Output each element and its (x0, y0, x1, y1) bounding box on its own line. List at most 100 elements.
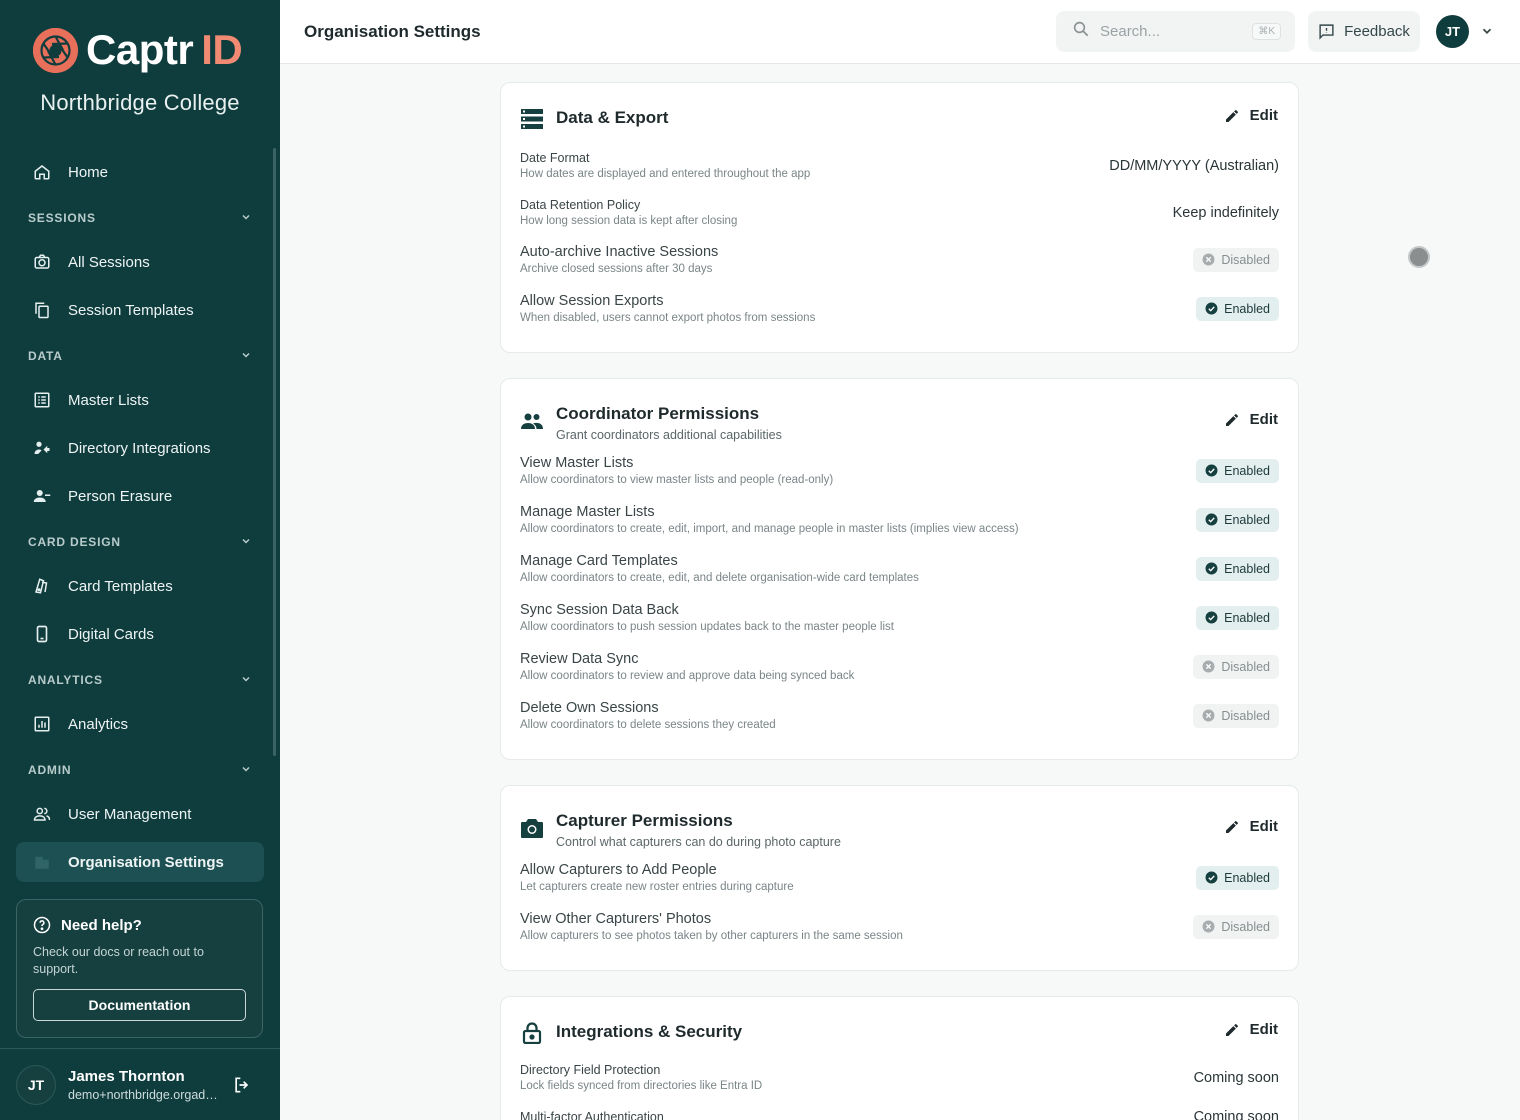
card-subtitle: Control what capturers can do during pho… (556, 835, 841, 849)
group-icon (520, 409, 544, 433)
section-sessions[interactable]: SESSIONS (16, 206, 264, 230)
logo[interactable]: Captr ID (0, 0, 280, 74)
swatches-icon (32, 576, 52, 596)
storage-icon (520, 107, 544, 131)
feedback-label: Feedback (1344, 23, 1410, 40)
header-avatar[interactable]: JT (1436, 15, 1469, 48)
status-badge: Disabled (1193, 914, 1279, 939)
help-text: Check our docs or reach out to support. (33, 945, 204, 976)
setting-row: Multi-factor Authentication Coming soon (520, 1109, 1279, 1120)
pencil-icon (1224, 108, 1240, 124)
check-circle-icon (1205, 302, 1218, 315)
status-badge: Enabled (1196, 605, 1279, 630)
card-title: Data & Export (556, 108, 669, 127)
setting-label: Manage Master Lists (520, 504, 655, 520)
pencil-icon (1224, 819, 1240, 835)
setting-row: Allow Capturers to Add People Let capture… (520, 862, 1279, 893)
aperture-logo-icon (33, 27, 78, 73)
sidebar-item-label: Session Templates (68, 301, 194, 319)
section-label: ADMIN (28, 763, 72, 777)
x-circle-icon (1202, 920, 1215, 933)
logout-icon[interactable] (232, 1075, 252, 1100)
camera-icon (32, 252, 52, 272)
sidebar-item-card-templates[interactable]: Card Templates (16, 566, 264, 606)
sidebar-item-master-lists[interactable]: Master Lists (16, 380, 264, 420)
setting-row: Delete Own Sessions Allow coordinators to… (520, 700, 1279, 731)
status-badge: Disabled (1193, 247, 1279, 272)
check-circle-icon (1205, 611, 1218, 624)
setting-label: Data Retention Policy (520, 198, 641, 212)
sidebar-scrollbar[interactable] (273, 148, 276, 756)
data-export-card: Data & Export Edit Date Format How dates … (500, 82, 1299, 353)
check-circle-icon (1205, 562, 1218, 575)
sidebar-item-directory-integrations[interactable]: Directory Integrations (16, 428, 264, 468)
sidebar-item-label: Digital Cards (68, 625, 154, 643)
sidebar-item-session-templates[interactable]: Session Templates (16, 290, 264, 330)
search-box[interactable]: ⌘K (1056, 11, 1295, 52)
sidebar-item-user-management[interactable]: User Management (16, 794, 264, 834)
chevron-down-icon (240, 535, 252, 550)
logo-name-part1: Captr (86, 26, 194, 73)
sidebar-item-organisation-settings[interactable]: Organisation Settings (16, 842, 264, 882)
help-box: Need help? Check our docs or reach out t… (16, 899, 263, 1038)
status-badge: Enabled (1196, 556, 1279, 581)
search-icon (1072, 20, 1090, 43)
feedback-icon (1318, 23, 1335, 40)
section-admin[interactable]: ADMIN (16, 758, 264, 782)
setting-label: View Other Capturers' Photos (520, 911, 712, 927)
setting-description: Let capturers create new roster entries … (520, 881, 794, 893)
setting-description: Allow coordinators to review and approve… (520, 670, 855, 682)
chevron-down-icon[interactable] (1480, 24, 1494, 43)
building-icon (32, 852, 52, 872)
pencil-icon (1224, 1022, 1240, 1038)
setting-label: Delete Own Sessions (520, 700, 659, 716)
sidebar-item-home[interactable]: Home (16, 152, 264, 192)
sidebar: Captr ID Northbridge College Home SESSION… (0, 0, 280, 1120)
sidebar-item-analytics[interactable]: Analytics (16, 704, 264, 744)
sidebar-item-label: All Sessions (68, 253, 150, 271)
section-card-design[interactable]: CARD DESIGN (16, 530, 264, 554)
documentation-button[interactable]: Documentation (33, 989, 246, 1021)
setting-label: Auto-archive Inactive Sessions (520, 244, 719, 260)
setting-description: Lock fields synced from directories like… (520, 1080, 763, 1092)
x-circle-icon (1202, 660, 1215, 673)
setting-value: Coming soon (1193, 1109, 1279, 1120)
section-label: ANALYTICS (28, 673, 103, 687)
avatar[interactable]: JT (16, 1064, 56, 1105)
setting-value: Keep indefinitely (1172, 204, 1279, 221)
sidebar-item-digital-cards[interactable]: Digital Cards (16, 614, 264, 654)
copy-icon (32, 300, 52, 320)
x-circle-icon (1202, 253, 1215, 266)
card-title: Integrations & Security (556, 1022, 743, 1041)
setting-row: View Master Lists Allow coordinators to v… (520, 455, 1279, 486)
search-shortcut: ⌘K (1252, 23, 1281, 40)
sidebar-item-label: Organisation Settings (68, 853, 224, 871)
setting-row: Date Format How dates are displayed and e… (520, 151, 1279, 180)
section-analytics[interactable]: ANALYTICS (16, 668, 264, 692)
people-sync-icon (32, 438, 52, 458)
setting-row: Allow Session Exports When disabled, user… (520, 293, 1279, 324)
edit-button[interactable]: Edit (1224, 818, 1278, 835)
status-text: Enabled (1224, 463, 1270, 478)
setting-description: How dates are displayed and entered thro… (520, 168, 811, 180)
feedback-button[interactable]: Feedback (1308, 11, 1420, 52)
edit-button[interactable]: Edit (1224, 1021, 1278, 1038)
edit-label: Edit (1249, 107, 1278, 124)
setting-label: Allow Capturers to Add People (520, 862, 717, 878)
sidebar-item-person-erasure[interactable]: Person Erasure (16, 476, 264, 516)
sidebar-item-all-sessions[interactable]: All Sessions (16, 242, 264, 282)
camera-icon (520, 816, 544, 840)
organisation-name: Northbridge College (40, 90, 240, 115)
setting-row: View Other Capturers' Photos Allow captur… (520, 911, 1279, 942)
status-text: Enabled (1224, 870, 1270, 885)
sidebar-item-label: Analytics (68, 715, 129, 733)
help-circle-icon (33, 916, 51, 934)
lock-icon (520, 1021, 544, 1045)
edit-button[interactable]: Edit (1224, 107, 1278, 124)
setting-label: Multi-factor Authentication (520, 1110, 664, 1120)
section-data[interactable]: DATA (16, 344, 264, 368)
edit-button[interactable]: Edit (1224, 411, 1278, 428)
setting-label: Manage Card Templates (520, 553, 678, 569)
list-icon (32, 390, 52, 410)
search-input[interactable] (1100, 23, 1240, 40)
